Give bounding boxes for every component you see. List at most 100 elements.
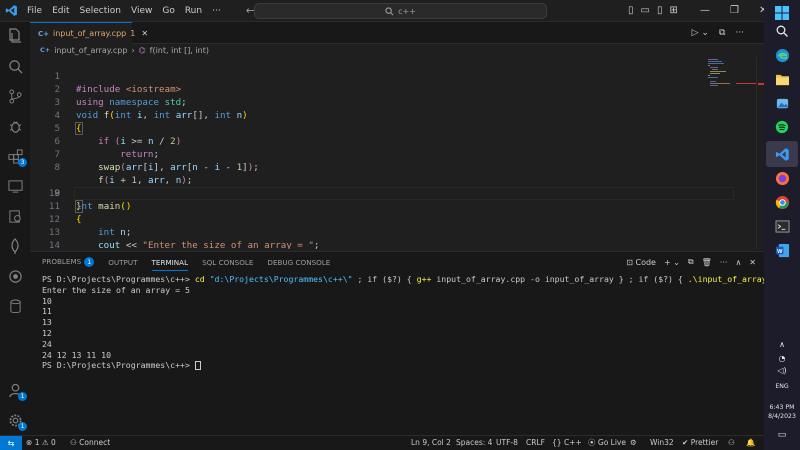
go-live-status[interactable]: ⦿ Go Live (588, 436, 626, 450)
edge-browser-icon[interactable] (773, 46, 791, 64)
settings-sync-icon[interactable]: ⚙ (630, 436, 637, 450)
wifi-icon[interactable]: ◔ (764, 354, 800, 363)
code-line: 2 using namespace std; (30, 70, 730, 108)
prettier-status[interactable]: ✔ Prettier (682, 436, 718, 450)
function-symbol-icon: ⌬ (138, 45, 146, 55)
vscode-logo-icon (0, 0, 22, 22)
database-icon[interactable] (4, 295, 26, 317)
restore-icon[interactable]: ❐ (730, 0, 739, 22)
tab-debug-console[interactable]: DEBUG CONSOLE (267, 258, 330, 267)
tab-close-icon[interactable]: ✕ (141, 29, 148, 38)
toggle-panel-icon[interactable]: ▭ (641, 0, 650, 22)
split-terminal-icon[interactable]: ⧉ (688, 257, 694, 267)
menu-selection[interactable]: Selection (75, 0, 126, 22)
spotify-icon[interactable] (773, 118, 791, 136)
notifications-bell-icon[interactable]: 🔔 (746, 436, 755, 450)
photos-app-icon[interactable] (773, 94, 791, 112)
new-terminal-icon[interactable]: + ⌄ (664, 258, 680, 267)
search-text: c++ (398, 6, 416, 16)
connect-status[interactable]: ⚇ Connect (70, 436, 110, 450)
kill-terminal-icon[interactable]: 🗑 (702, 258, 712, 267)
menu-more[interactable]: ··· (207, 0, 226, 22)
menu-view[interactable]: View (126, 0, 157, 22)
tab-problems[interactable]: PROBLEMS 1 (42, 257, 95, 268)
chrome-icon[interactable] (773, 193, 791, 211)
explorer-icon[interactable] (4, 25, 26, 47)
extensions-icon[interactable]: 3 (4, 145, 27, 167)
terminal-line: 12 (42, 327, 52, 338)
file-explorer-icon[interactable] (773, 70, 791, 88)
terminal-line: Enter the size of an array = 5 (42, 284, 190, 295)
notification-center-icon[interactable]: ▭ (764, 430, 800, 440)
code-line: 3 void f(int i, int arr[], int n) (30, 83, 730, 121)
terminal-output[interactable]: PS D:\Projects\Programmes\c++> cd "d:\Pr… (42, 274, 777, 434)
word-app-icon[interactable]: W (773, 241, 791, 259)
windows-start-icon[interactable] (773, 4, 791, 22)
menu-go[interactable]: Go (157, 0, 179, 22)
live-share-icon[interactable] (4, 265, 26, 287)
tab-sql-console[interactable]: SQL CONSOLE (202, 258, 253, 267)
feedback-icon[interactable]: ⚇ (728, 436, 735, 450)
terminal-app-icon[interactable] (773, 217, 791, 235)
menu-edit[interactable]: Edit (47, 0, 74, 22)
minimize-icon[interactable]: — (700, 0, 710, 22)
status-bar: ⇆ ⊗ 1 ⚠ 0 ⚇ Connect Ln 9, Col 2 Spaces: … (0, 435, 764, 450)
code-editor[interactable]: 1 #include <iostream> 2 using namespace … (30, 57, 756, 249)
command-center-search[interactable]: c++ (254, 3, 547, 19)
terminal-shell-selector[interactable]: ⊡ Code (626, 258, 656, 267)
terminal-line: 10 (42, 295, 52, 306)
vscode-taskbar-icon[interactable] (773, 145, 791, 163)
run-code-icon[interactable]: ▷ ⌄ (692, 22, 709, 44)
warning-icon: ⚠ (41, 438, 49, 447)
toggle-primary-sidebar-icon[interactable]: ▯ (628, 0, 634, 22)
breadcrumb-file[interactable]: input_of_array.cpp (54, 46, 127, 55)
more-actions-icon[interactable]: ··· (720, 258, 728, 267)
close-panel-icon[interactable]: ✕ (749, 258, 756, 267)
problems-status[interactable]: ⊗ 1 ⚠ 0 (26, 436, 56, 450)
accounts-icon[interactable]: 1 (4, 379, 27, 401)
remote-indicator-icon[interactable]: ⇆ (0, 436, 22, 450)
run-debug-icon[interactable] (4, 115, 26, 137)
mongodb-leaf-icon[interactable] (4, 235, 26, 257)
eol-status[interactable]: CRLF (526, 436, 545, 450)
source-control-icon[interactable] (4, 85, 26, 107)
tab-input-of-array[interactable]: C+ input_of_array.cpp 1 ✕ (30, 22, 148, 44)
more-actions-icon[interactable]: ··· (735, 22, 744, 44)
terminal-command-line: PS D:\Projects\Programmes\c++> cd "d:\Pr… (42, 274, 777, 284)
remote-explorer-icon[interactable] (4, 175, 26, 197)
manage-gear-icon[interactable]: 1 (4, 409, 27, 431)
breadcrumb-separator-icon: › (131, 45, 135, 55)
tray-overflow-chevron-icon[interactable]: ∧ (764, 340, 800, 349)
breadcrumb-symbol[interactable]: f(int, int [], int) (150, 46, 209, 55)
split-editor-icon[interactable]: ⧉ (719, 22, 725, 44)
windows-taskbar: W ∧ ◔ ◁) ENG 6:43 PM 8/4/2023 ▭ (764, 0, 800, 450)
maximize-panel-icon[interactable]: ∧ (735, 258, 741, 267)
code-line: 11 { (30, 187, 730, 225)
tab-output[interactable]: OUTPUT (108, 258, 137, 267)
cursor-position[interactable]: Ln 9, Col 2 (411, 436, 451, 450)
database-explorer-icon[interactable] (4, 205, 26, 227)
editor-scrollbar[interactable] (756, 57, 764, 249)
clock-date[interactable]: 8/4/2023 (764, 413, 800, 420)
cpp-file-icon: C+ (38, 29, 50, 38)
encoding-status[interactable]: UTF-8 (496, 436, 518, 450)
volume-icon[interactable]: ◁) (764, 366, 800, 375)
menu-run[interactable]: Run (180, 0, 207, 22)
indentation-status[interactable]: Spaces: 4 (456, 436, 492, 450)
taskbar-search-icon[interactable] (773, 22, 791, 40)
platform-status[interactable]: Win32 (650, 436, 674, 450)
code-line: 14 cin >> n; (30, 226, 730, 249)
input-language[interactable]: ENG (764, 383, 800, 390)
menu-file[interactable]: File (22, 0, 47, 22)
minimap[interactable] (706, 57, 756, 249)
toggle-secondary-sidebar-icon[interactable]: ▯ (657, 0, 663, 22)
firefox-icon[interactable] (773, 169, 791, 187)
customize-layout-icon[interactable]: ⊞ (669, 0, 677, 22)
tab-terminal[interactable]: TERMINAL (151, 258, 189, 271)
code-line: 10 int main() (30, 174, 730, 212)
language-mode[interactable]: {} C++ (552, 436, 582, 450)
clock-time[interactable]: 6:43 PM (764, 404, 800, 411)
plug-icon: ⚇ (70, 438, 77, 447)
search-activity-icon[interactable] (4, 55, 26, 77)
bottom-panel: PROBLEMS 1 OUTPUT TERMINAL SQL CONSOLE DE… (30, 251, 777, 435)
